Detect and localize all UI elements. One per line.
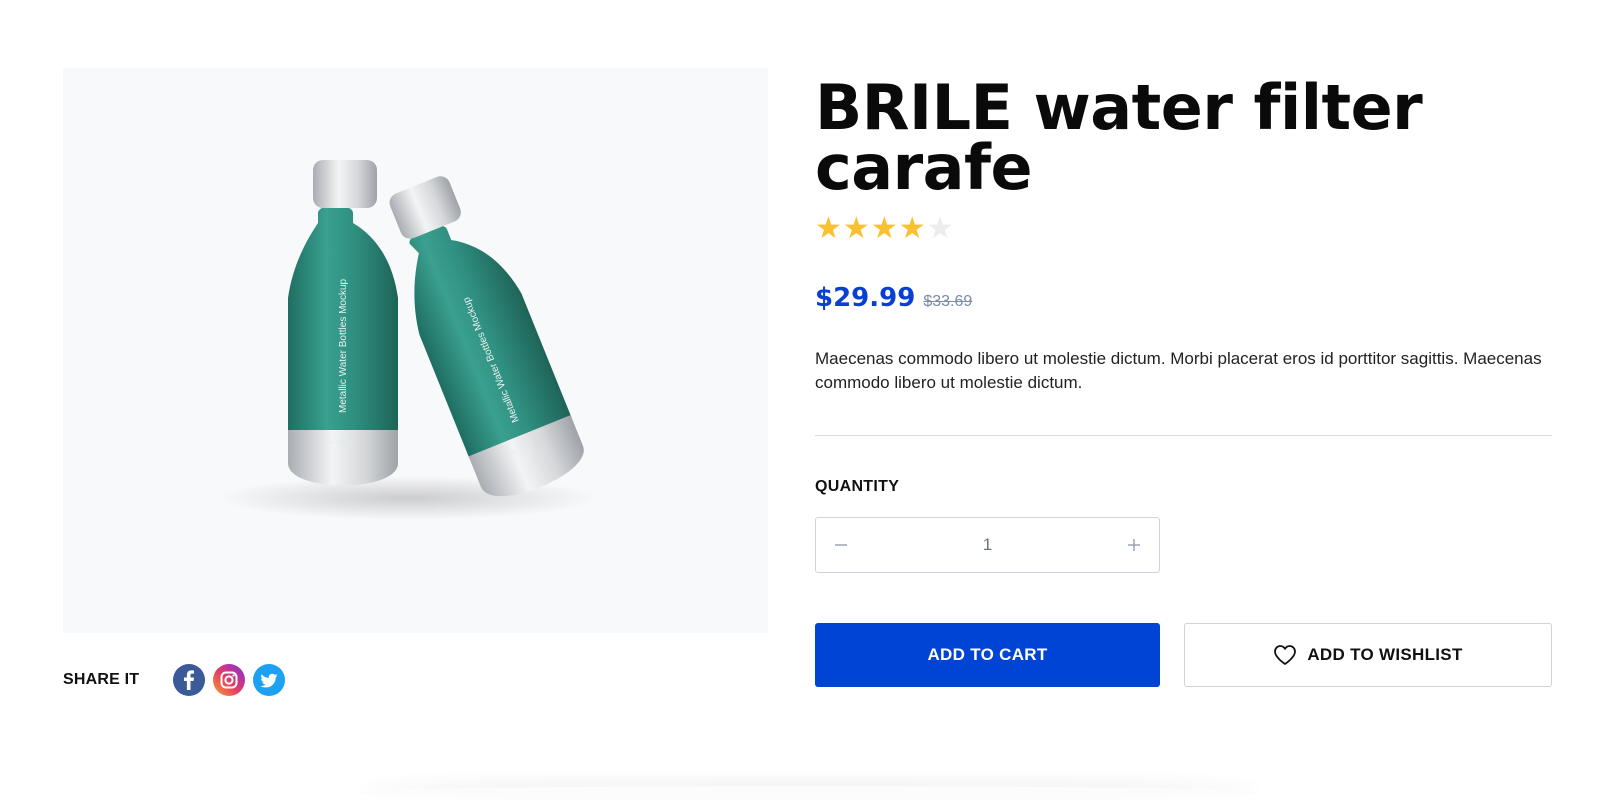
star-icon: ★ [815,211,842,246]
svg-text:Metallic Water Bottles Mockup: Metallic Water Bottles Mockup [338,278,349,413]
heart-icon [1273,644,1297,666]
star-icon: ★ [898,211,926,246]
quantity-stepper [815,517,1160,573]
share-label: SHARE IT [63,671,140,688]
facebook-icon[interactable] [173,664,206,696]
product-title: BRILE water filter carafe [815,71,1423,204]
add-to-wishlist-button[interactable]: ADD TO WISHLIST [1184,623,1552,687]
star-empty-icon: ★ [926,211,954,246]
add-to-cart-button[interactable]: ADD TO CART [815,623,1160,687]
quantity-label: QUANTITY [815,478,900,495]
section-shadow [360,786,1260,800]
product-image[interactable]: Metallic Water Bottles Mockup 17 oz - 50… [63,68,768,633]
bottle-left: Metallic Water Bottles Mockup 17 oz - 50… [288,160,398,486]
twitter-icon[interactable] [253,664,286,696]
old-price: $33.69 [923,293,973,310]
minus-icon[interactable] [816,518,866,572]
product-description: Maecenas commodo libero ut molestie dict… [815,349,1542,392]
bottle-right: Metallic Water Bottles Mockup 17 oz - 50… [389,176,584,497]
star-icon: ★ [842,211,870,246]
rating-stars: ★ ★ ★ ★ ★ [815,214,955,244]
star-icon: ★ [870,211,898,246]
add-to-cart-label: ADD TO CART [927,645,1048,664]
divider [815,435,1552,436]
quantity-input[interactable] [866,534,1109,556]
instagram-icon[interactable] [213,664,246,696]
share-section: SHARE IT [63,664,293,696]
current-price: $29.99 [815,283,916,313]
svg-text:17 oz - 500 ml: 17 oz - 500 ml [321,440,353,446]
add-to-wishlist-label: ADD TO WISHLIST [1307,645,1463,664]
price-row: $29.99 $33.69 [815,283,972,313]
plus-icon[interactable] [1109,518,1159,572]
